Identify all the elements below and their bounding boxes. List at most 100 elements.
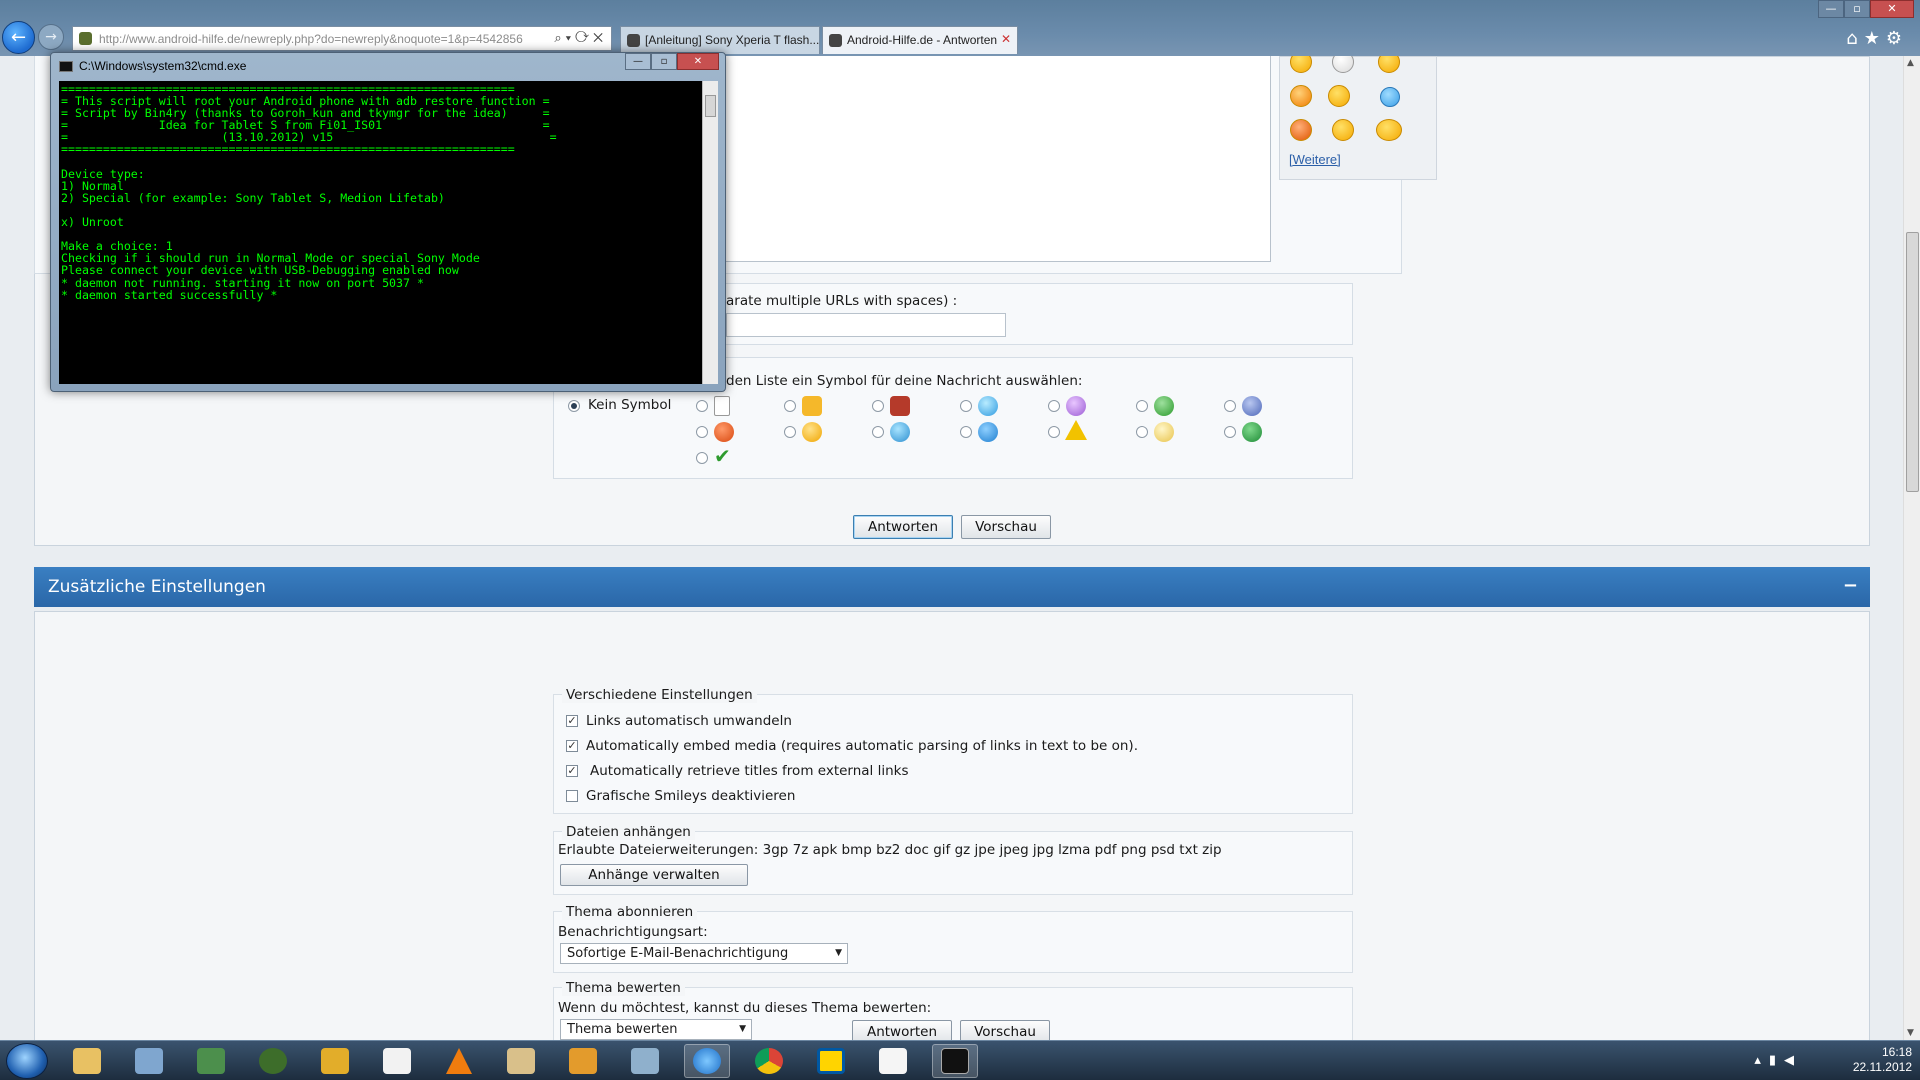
cmd-maximize-button[interactable]: ▫ — [651, 53, 677, 70]
post-icon-radio[interactable] — [960, 400, 972, 412]
console-line: 2) Special (for example: Sony Tablet S, … — [61, 190, 445, 205]
close-tab-icon[interactable]: ✕ — [1001, 32, 1011, 46]
cmd-window[interactable]: C:\Windows\system32\cmd.exe — ▫ ✕ ======… — [50, 52, 726, 392]
home-icon[interactable]: ⌂ — [1846, 28, 1863, 49]
taskbar-app[interactable] — [188, 1044, 234, 1078]
smiley-icon[interactable] — [1332, 119, 1354, 141]
taskbar-vlc[interactable] — [436, 1044, 482, 1078]
retrieve-titles-checkbox[interactable]: ✓ — [566, 765, 578, 777]
forward-button[interactable]: → — [38, 24, 64, 50]
tab-anleitung[interactable]: [Anleitung] Sony Xperia T flash... — [620, 26, 820, 54]
additional-settings-header[interactable]: Zusätzliche Einstellungen − — [34, 567, 1870, 607]
post-icon-radio[interactable] — [1048, 426, 1060, 438]
post-icon-radio[interactable] — [960, 426, 972, 438]
post-icon-radio[interactable] — [872, 400, 884, 412]
post-icon-radio[interactable] — [784, 400, 796, 412]
smiley-icon[interactable] — [1290, 85, 1312, 107]
search-refresh-stop-icons[interactable]: ⌕▾⟳✕ — [554, 30, 607, 46]
smiley-cool-icon[interactable] — [1328, 85, 1350, 107]
gear-icon[interactable]: ⚙ — [1886, 28, 1908, 49]
misc-settings-legend: Verschiedene Einstellungen — [562, 687, 757, 703]
taskbar-app[interactable] — [374, 1044, 420, 1078]
address-bar[interactable]: http://www.android-hilfe.de/newreply.php… — [72, 26, 612, 51]
rate-legend: Thema bewerten — [562, 980, 685, 996]
taskbar-app[interactable] — [870, 1044, 916, 1078]
browser-chrome: ← → http://www.android-hilfe.de/newreply… — [0, 0, 1920, 56]
taskbar-app[interactable] — [622, 1044, 668, 1078]
cool-icon — [890, 422, 910, 442]
favorites-star-icon[interactable]: ★ — [1864, 28, 1886, 49]
taskbar-chrome[interactable] — [746, 1044, 792, 1078]
notification-type-select[interactable]: Sofortige E-Mail-Benachrichtigung ▼ — [560, 943, 848, 964]
cmd-close-button[interactable]: ✕ — [677, 53, 719, 70]
smiley-icon[interactable] — [1332, 56, 1354, 73]
clock-time: 16:18 — [1881, 1045, 1912, 1059]
more-smilies-link[interactable]: [Weitere] — [1289, 152, 1341, 167]
page-scrollbar[interactable]: ▲ ▼ — [1903, 56, 1920, 1040]
post-icon-radio[interactable] — [696, 426, 708, 438]
app-icon — [879, 1048, 907, 1074]
smiley-icon[interactable] — [1380, 87, 1400, 107]
minimize-button[interactable]: — — [1818, 0, 1844, 18]
start-button[interactable] — [6, 1043, 48, 1079]
console-scroll-thumb[interactable] — [705, 95, 716, 117]
taskbar-internet-explorer[interactable] — [684, 1044, 730, 1078]
tab-label: [Anleitung] Sony Xperia T flash... — [645, 33, 820, 47]
taskbar-app[interactable] — [498, 1044, 544, 1078]
console-scrollbar[interactable] — [702, 81, 718, 384]
back-button[interactable]: ← — [2, 21, 35, 54]
chevron-down-icon: ▼ — [835, 948, 842, 958]
show-hidden-icons-icon[interactable]: ▴ — [1754, 1053, 1769, 1068]
media-player-icon — [321, 1048, 349, 1074]
scrollbar-thumb[interactable] — [1906, 232, 1919, 492]
post-icon-radio[interactable] — [1048, 400, 1060, 412]
post-icon-radio[interactable] — [1136, 426, 1148, 438]
taskbar-media-player[interactable] — [312, 1044, 358, 1078]
links-auto-checkbox[interactable]: ✓ — [566, 715, 578, 727]
post-icon-radio[interactable] — [784, 426, 796, 438]
post-icon-document — [714, 396, 730, 416]
close-button[interactable]: ✕ — [1870, 0, 1914, 18]
cmd-minimize-button[interactable]: — — [625, 53, 651, 70]
attachments-fieldset: Dateien anhängen Erlaubte Dateierweiteru… — [553, 824, 1353, 895]
scroll-down-arrow-icon[interactable]: ▼ — [1907, 1028, 1914, 1038]
taskbar-app[interactable] — [126, 1044, 172, 1078]
disable-smilies-checkbox[interactable] — [566, 790, 578, 802]
rate-select[interactable]: Thema bewerten ▼ — [560, 1019, 752, 1040]
taskbar-explorer[interactable] — [64, 1044, 110, 1078]
post-icon-radio[interactable] — [696, 400, 708, 412]
taskbar-cmd[interactable] — [932, 1044, 978, 1078]
rate-value: Thema bewerten — [567, 1022, 678, 1037]
preview-button[interactable]: Vorschau — [961, 515, 1051, 539]
clock[interactable]: 16:18 22.11.2012 — [1853, 1045, 1912, 1075]
taskbar-app[interactable] — [250, 1044, 296, 1078]
console-output[interactable]: ========================================… — [59, 81, 702, 384]
tab-antworten[interactable]: Android-Hilfe.de - Antworten ✕ — [822, 26, 1018, 54]
network-icon[interactable]: ▮ — [1769, 1053, 1784, 1068]
maximize-button[interactable]: ▫ — [1844, 0, 1870, 18]
smiley-icon[interactable] — [1290, 119, 1312, 141]
smiley-laugh-icon[interactable] — [1376, 119, 1402, 141]
no-icon-radio[interactable] — [568, 400, 580, 412]
scroll-up-arrow-icon[interactable]: ▲ — [1907, 58, 1914, 68]
preview-button-bottom[interactable]: Vorschau — [960, 1020, 1050, 1040]
smiley-icon[interactable] — [1378, 56, 1400, 73]
post-icon-prompt: den Liste ein Symbol für deine Nachricht… — [726, 373, 1083, 389]
reply-button-bottom[interactable]: Antworten — [852, 1020, 952, 1040]
manage-attachments-button[interactable]: Anhänge verwalten — [560, 864, 748, 886]
retrieve-titles-label: Automatically retrieve titles from exter… — [590, 763, 909, 779]
post-icon-radio[interactable] — [1224, 400, 1236, 412]
post-icon-radio[interactable] — [696, 452, 708, 464]
console-line: Please connect your device with USB-Debu… — [61, 263, 459, 278]
post-icon-radio[interactable] — [1224, 426, 1236, 438]
post-icon-radio[interactable] — [872, 426, 884, 438]
volume-icon[interactable]: ◀ — [1784, 1053, 1802, 1068]
taskbar-app[interactable] — [560, 1044, 606, 1078]
embed-media-checkbox[interactable]: ✓ — [566, 740, 578, 752]
collapse-icon[interactable]: − — [1843, 575, 1858, 596]
taskbar-ikea[interactable] — [808, 1044, 854, 1078]
post-icon-radio[interactable] — [1136, 400, 1148, 412]
reply-button[interactable]: Antworten — [853, 515, 953, 539]
smiley-icon[interactable] — [1290, 56, 1312, 73]
urls-input[interactable] — [726, 313, 1006, 337]
